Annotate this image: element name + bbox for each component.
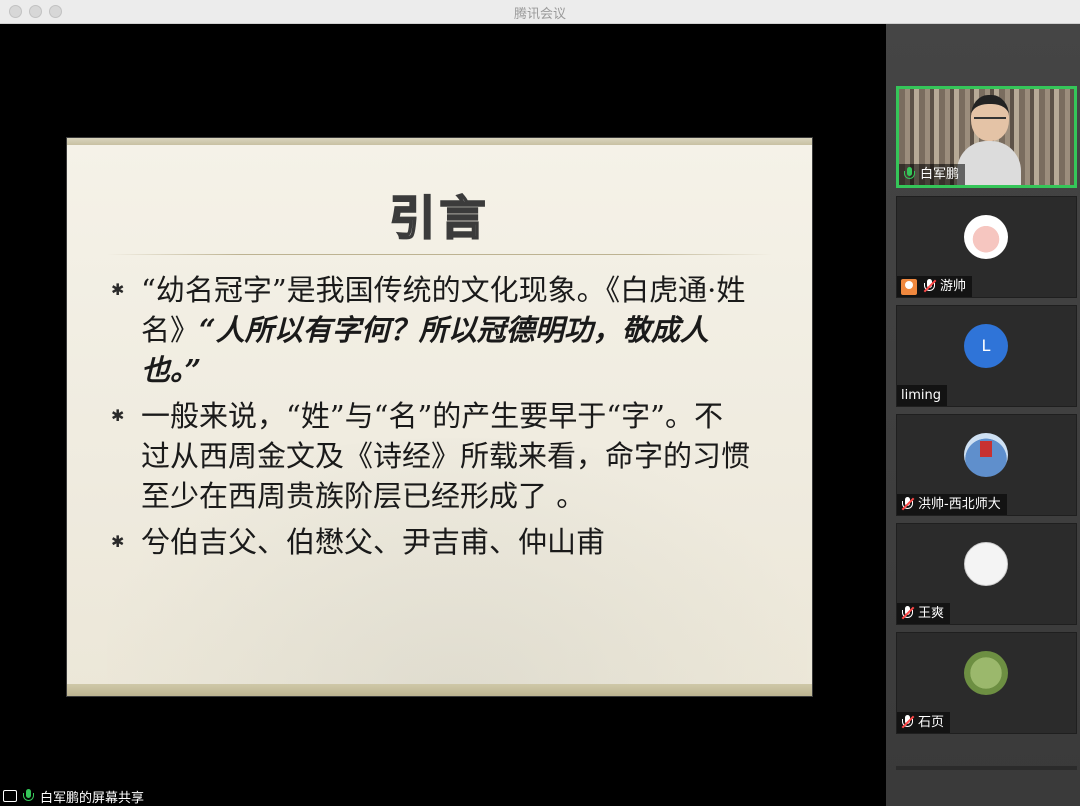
slide-bullet-list: ✱ “幼名冠字”是我国传统的文化现象。《白虎通·姓名》“人所以有字何？所以冠德明功… (111, 270, 751, 568)
participant-name: 王爽 (918, 606, 945, 621)
presentation-slide: 引言 ✱ “幼名冠字”是我国传统的文化现象。《白虎通·姓名》“人所以有字何？所以冠… (67, 138, 812, 696)
slide-bottom-border (67, 684, 812, 696)
participant-nametag: 白军鹏 (899, 164, 966, 185)
microphone-muted-icon (901, 715, 915, 730)
window-title: 腾讯会议 (513, 7, 566, 22)
participant-nametag: 石页 (897, 712, 951, 733)
participant-tile[interactable]: 石页 (896, 632, 1077, 734)
participant-tile[interactable]: 白军鹏 (896, 86, 1077, 188)
participant-name: liming (901, 388, 941, 403)
participant-name: 石页 (918, 715, 945, 730)
participant-panel: 白军鹏游帅 Lliming 洪帅-西北师大 王爽石页 (886, 24, 1080, 806)
participant-avatar (964, 651, 1008, 695)
participant-avatar (964, 433, 1008, 477)
participant-tile[interactable]: 游帅 (896, 196, 1077, 298)
slide-divider (107, 254, 772, 255)
slide-top-border (67, 138, 812, 145)
participant-tile[interactable]: Lliming (896, 305, 1077, 407)
bullet-text: 一般来说，“姓”与“名”的产生要早于“字”。不过从西周金文及《诗经》所载来看，命… (141, 399, 751, 513)
microphone-muted-icon (901, 497, 915, 512)
host-badge-icon (901, 278, 917, 295)
slide-title: 引言 (389, 190, 490, 246)
screen-share-label: 白军鹏的屏幕共享 (40, 790, 145, 806)
participant-nametag: 游帅 (897, 276, 973, 297)
window-titlebar: 腾讯会议 (0, 0, 1080, 24)
microphone-icon (22, 788, 35, 804)
microphone-icon (903, 167, 916, 182)
participant-video-person (957, 95, 1021, 185)
participant-name: 洪帅-西北师大 (918, 497, 1001, 512)
screen-share-status[interactable]: 白军鹏的屏幕共享 (0, 786, 144, 806)
participant-avatar (964, 542, 1008, 586)
participant-name: 游帅 (940, 279, 967, 294)
participant-avatar: L (964, 324, 1008, 368)
microphone-muted-icon (901, 606, 915, 621)
bullet-marker-icon: ✱ (111, 532, 125, 551)
screen-share-icon (3, 790, 17, 802)
participant-nametag: 洪帅-西北师大 (897, 494, 1007, 515)
microphone-muted-icon (923, 279, 937, 294)
participant-avatar (964, 215, 1008, 259)
bullet-marker-icon: ✱ (111, 280, 125, 299)
participant-nametag: 王爽 (897, 603, 951, 624)
participant-tile[interactable]: 洪帅-西北师大 (896, 414, 1077, 516)
participant-name: 白军鹏 (920, 167, 960, 182)
bullet-quote-text: “人所以有字何？所以冠德明功，敬成人也。” (141, 313, 709, 387)
participant-nametag: liming (897, 385, 947, 406)
slide-bullet: ✱ “幼名冠字”是我国传统的文化现象。《白虎通·姓名》“人所以有字何？所以冠德明功… (111, 270, 751, 390)
slide-bullet: ✱ 一般来说，“姓”与“名”的产生要早于“字”。不过从西周金文及《诗经》所载来看，… (111, 396, 751, 516)
participant-tile[interactable]: 王爽 (896, 523, 1077, 625)
bullet-text: 兮伯吉父、伯懋父、尹吉甫、仲山甫 (141, 525, 606, 559)
slide-bullet: ✱ 兮伯吉父、伯懋父、尹吉甫、仲山甫 (111, 522, 751, 562)
participant-tile-partial (896, 766, 1077, 770)
bullet-marker-icon: ✱ (111, 406, 125, 425)
